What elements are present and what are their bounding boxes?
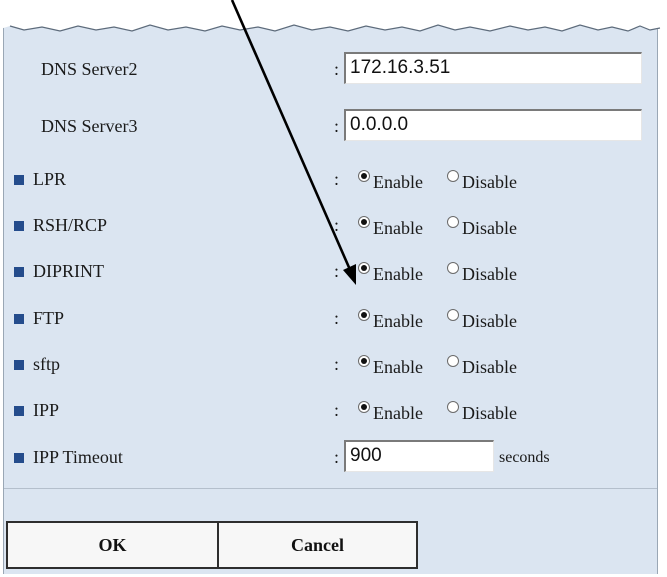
diprint-label: DIPRINT [33,261,104,281]
lpr-disable-label[interactable]: Disable [462,172,517,193]
dns-server2-label: DNS Server2 [41,59,138,79]
sftp-enable-label[interactable]: Enable [373,357,423,378]
lpr-label: LPR [33,169,67,189]
ftp-enable-label[interactable]: Enable [373,311,423,332]
rsh-rcp-disable-label[interactable]: Disable [462,218,517,239]
lpr-disable-radio[interactable] [447,170,459,182]
separator-colon: : [334,116,340,136]
ipp-radio-group: Enable Disable [346,395,646,431]
ftp-disable-radio[interactable] [447,309,459,321]
ipp-enable-label[interactable]: Enable [373,403,423,424]
row-dns-server3: DNS Server3 : 0.0.0.0 [4,105,657,153]
diprint-disable-radio[interactable] [447,262,459,274]
row-lpr: LPR : Enable Disable [4,158,657,206]
rsh-rcp-enable-radio[interactable] [358,216,370,228]
separator-colon: : [334,354,340,374]
separator-colon: : [334,261,340,281]
lpr-enable-radio[interactable] [358,170,370,182]
ftp-enable-radio[interactable] [358,309,370,321]
ipp-label: IPP [33,400,60,420]
dns-server3-field[interactable]: 0.0.0.0 [344,109,642,141]
diprint-disable-label[interactable]: Disable [462,264,517,285]
ftp-label: FTP [33,308,65,328]
separator-colon: : [334,215,340,235]
row-dns-server2: DNS Server2 : 172.16.3.51 [4,48,657,96]
ftp-disable-label[interactable]: Disable [462,311,517,332]
square-bullet-icon [14,406,24,416]
sftp-disable-radio[interactable] [447,355,459,367]
square-bullet-icon [14,175,24,185]
separator-colon: : [334,59,340,79]
square-bullet-icon [14,360,24,370]
lpr-enable-label[interactable]: Enable [373,172,423,193]
row-sftp: sftp : Enable Disable [4,343,657,391]
dns-server2-field[interactable]: 172.16.3.51 [344,52,642,84]
ipp-enable-radio[interactable] [358,401,370,413]
ftp-radio-group: Enable Disable [346,303,646,339]
separator-colon: : [334,400,340,420]
form-divider [4,488,657,489]
ipp-disable-label[interactable]: Disable [462,403,517,424]
rsh-rcp-enable-label[interactable]: Enable [373,218,423,239]
dns-server3-label: DNS Server3 [41,116,138,136]
torn-edge [0,0,667,32]
sftp-disable-label[interactable]: Disable [462,357,517,378]
rsh-rcp-label: RSH/RCP [33,215,108,235]
row-ipp: IPP : Enable Disable [4,389,657,437]
cancel-button[interactable]: Cancel [217,521,418,569]
separator-colon: : [334,308,340,328]
row-ftp: FTP : Enable Disable [4,297,657,345]
ipp-timeout-field[interactable]: 900 [344,440,494,472]
sftp-radio-group: Enable Disable [346,349,646,385]
row-ipp-timeout: IPP Timeout : 900 seconds [4,436,657,484]
diprint-radio-group: Enable Disable [346,256,646,292]
diprint-enable-label[interactable]: Enable [373,264,423,285]
row-rsh-rcp: RSH/RCP : Enable Disable [4,204,657,252]
square-bullet-icon [14,453,24,463]
rsh-rcp-radio-group: Enable Disable [346,210,646,246]
rsh-rcp-disable-radio[interactable] [447,216,459,228]
row-diprint: DIPRINT : Enable Disable [4,250,657,298]
ipp-timeout-units: seconds [499,449,550,466]
separator-colon: : [334,447,340,467]
sftp-enable-radio[interactable] [358,355,370,367]
ipp-disable-radio[interactable] [447,401,459,413]
ipp-timeout-label: IPP Timeout [33,447,123,467]
settings-panel: DNS Server2 : 172.16.3.51 DNS Server3 : … [3,0,658,574]
square-bullet-icon [14,314,24,324]
square-bullet-icon [14,267,24,277]
diprint-enable-radio[interactable] [358,262,370,274]
lpr-radio-group: Enable Disable [346,164,646,200]
sftp-label: sftp [33,354,60,374]
ok-button[interactable]: OK [6,521,219,569]
separator-colon: : [334,169,340,189]
square-bullet-icon [14,221,24,231]
